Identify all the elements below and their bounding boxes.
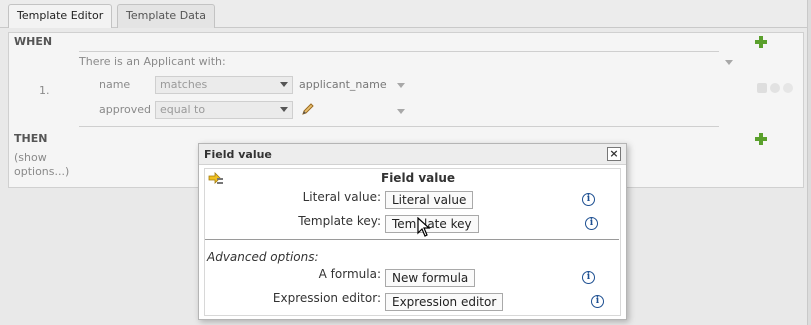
chevron-down-icon — [280, 107, 288, 112]
info-icon[interactable]: i — [591, 295, 604, 308]
field-value-icon — [208, 172, 223, 184]
pattern-text[interactable]: There is an Applicant with: — [79, 55, 226, 68]
when-label: WHEN — [14, 35, 53, 48]
literal-value-button[interactable]: Literal value — [385, 191, 474, 209]
divider — [79, 51, 719, 52]
field-name-label: name — [99, 78, 131, 91]
operator-select-approved[interactable]: equal to — [155, 101, 293, 119]
popup-body: Field value Literal value: Literal value… — [204, 168, 621, 316]
move-icon[interactable] — [783, 83, 793, 93]
operator-select-approved-value: equal to — [160, 103, 206, 116]
tab-template-editor[interactable]: Template Editor — [8, 4, 113, 29]
cursor-arrow-icon — [417, 217, 431, 237]
info-icon[interactable]: i — [585, 217, 598, 230]
operator-select-name-value: matches — [160, 78, 208, 91]
field-value-popup: Field value × Field value Literal value:… — [198, 143, 627, 320]
edit-icon[interactable] — [757, 83, 767, 93]
popup-header[interactable]: Field value × — [199, 144, 626, 165]
info-icon[interactable]: i — [582, 271, 595, 284]
popup-header-title: Field value — [204, 148, 272, 161]
chevron-down-icon — [280, 82, 288, 87]
row-number: 1. — [39, 84, 50, 97]
scrollbar-strip[interactable] — [807, 0, 811, 325]
info-icon[interactable]: i — [582, 193, 595, 206]
new-formula-button[interactable]: New formula — [385, 269, 476, 287]
row-actions — [757, 83, 797, 93]
tab-template-data[interactable]: Template Data — [117, 4, 215, 28]
expression-editor-label: Expression editor: — [272, 291, 381, 305]
popup-title: Field value — [381, 171, 456, 185]
tab-bar: Template Editor Template Data — [0, 0, 811, 29]
add-condition-icon[interactable] — [755, 36, 767, 48]
operator-select-name[interactable]: matches — [155, 76, 293, 94]
value-chevron-down-icon[interactable] — [397, 109, 405, 114]
literal-value-label: Literal value: — [302, 190, 381, 204]
template-key-label: Template key: — [298, 214, 381, 228]
close-button[interactable]: × — [607, 147, 621, 161]
field-approved-label: approved — [99, 103, 151, 116]
divider — [79, 126, 719, 127]
then-label: THEN — [14, 132, 48, 145]
template-key-button[interactable]: Template key — [385, 215, 479, 233]
expression-editor-button[interactable]: Expression editor — [385, 293, 504, 311]
delete-icon[interactable] — [770, 83, 780, 93]
pencil-icon[interactable] — [301, 102, 315, 116]
divider — [205, 239, 619, 240]
value-chevron-down-icon[interactable] — [397, 83, 405, 88]
advanced-options-label: Advanced options: — [207, 250, 319, 264]
add-action-icon[interactable] — [755, 133, 767, 145]
show-options-line1[interactable]: (show — [14, 151, 47, 164]
field-value-name[interactable]: applicant_name — [299, 78, 387, 91]
formula-label: A formula: — [318, 267, 381, 281]
show-options-line2[interactable]: options...) — [14, 165, 69, 178]
pattern-chevron-down-icon[interactable] — [725, 60, 733, 65]
